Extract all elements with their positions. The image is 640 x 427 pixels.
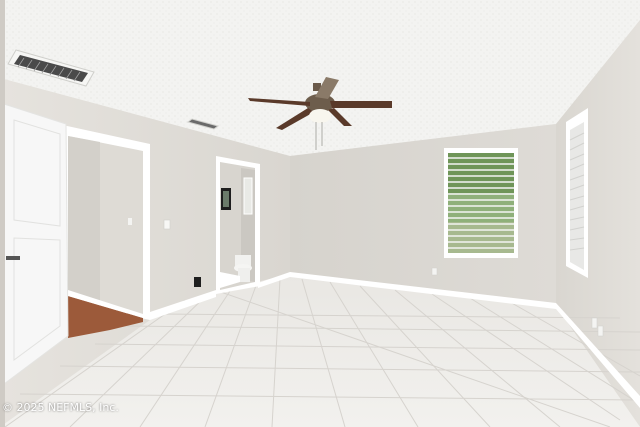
window-side [566, 108, 588, 278]
open-door [3, 103, 69, 385]
fan-blade-right [330, 101, 392, 108]
outlet-right-1 [591, 317, 598, 329]
outlet-right-2 [597, 325, 604, 337]
left-edge-trim [0, 0, 5, 427]
outlet-back [431, 267, 438, 276]
doorway-left [58, 124, 150, 338]
light-switch [163, 219, 171, 230]
bathroom-doorway [216, 156, 260, 294]
window-back [444, 148, 518, 258]
photo-watermark: © 2025 NEFMLS, Inc. [2, 401, 119, 414]
room-photo [0, 0, 640, 427]
floor-stop [194, 277, 201, 287]
